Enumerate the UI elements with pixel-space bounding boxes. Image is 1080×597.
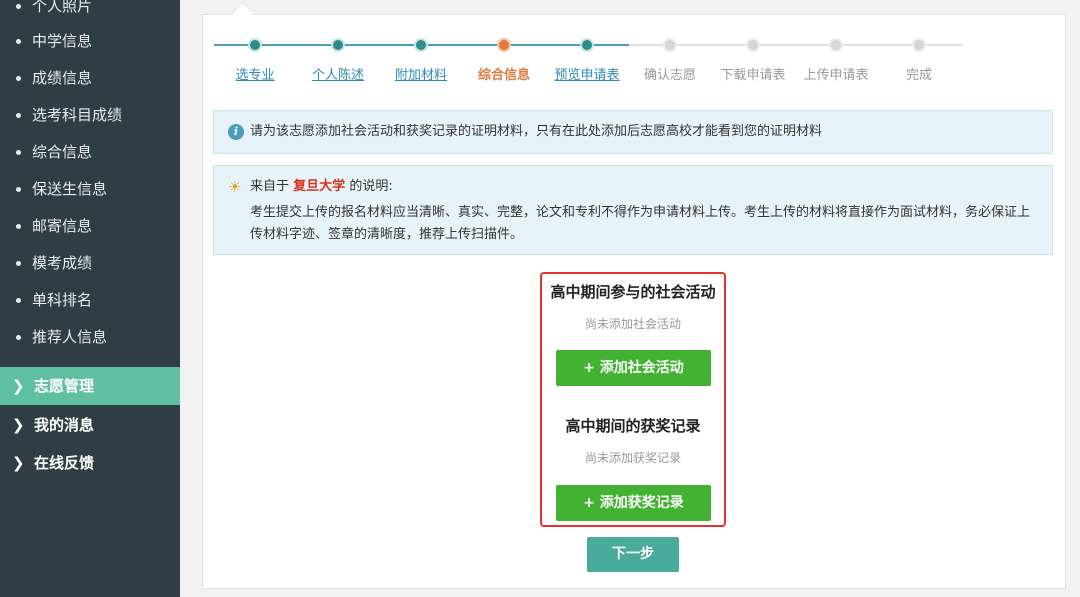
step-select-major[interactable]: 选专业 bbox=[235, 64, 274, 83]
sidebar-item-label: 选考科目成绩 bbox=[32, 106, 123, 124]
step-download-application: 下载申请表 bbox=[720, 68, 786, 83]
sidebar-item-mailing-info[interactable]: 邮寄信息 bbox=[0, 208, 180, 244]
sidebar-item-elective-scores[interactable]: 选考科目成绩 bbox=[0, 97, 180, 133]
sidebar-item-label: 保送生信息 bbox=[32, 180, 108, 198]
activities-empty-text: 尚未添加社会活动 bbox=[584, 317, 681, 331]
step-dot-pending bbox=[663, 38, 677, 52]
step-dot-pending bbox=[829, 38, 843, 52]
sidebar-item-label: 推荐人信息 bbox=[32, 328, 108, 346]
school-name: 复旦大学 bbox=[293, 179, 346, 194]
awards-title: 高中期间的获奖记录 bbox=[565, 417, 701, 435]
step-dot-current bbox=[497, 38, 511, 52]
description-prefix: 来自于 bbox=[250, 179, 290, 194]
description-header: 来自于 复旦大学 的说明: bbox=[250, 178, 393, 196]
description-suffix: 的说明: bbox=[349, 179, 393, 194]
step-comprehensive-info: 综合信息 bbox=[477, 68, 531, 83]
sidebar-item-my-messages[interactable]: ❯ 我的消息 bbox=[0, 406, 180, 444]
sidebar-item-label: 综合信息 bbox=[32, 143, 93, 161]
step-dot-pending bbox=[746, 38, 760, 52]
step-progress: 选专业 个人陈述 附加材料 综合信息 预览申请表 确认志愿 下载申请表 上传申请… bbox=[0, 0, 962, 90]
sidebar-item-online-feedback[interactable]: ❯ 在线反馈 bbox=[0, 444, 180, 482]
sidebar-item-label: 邮寄信息 bbox=[32, 217, 93, 235]
sidebar-item-label: 在线反馈 bbox=[34, 454, 95, 472]
chevron-right-icon: ❯ bbox=[12, 454, 25, 472]
add-award-button[interactable]: + 添加获奖记录 bbox=[556, 485, 711, 521]
sidebar-item-mock-scores[interactable]: 模考成绩 bbox=[0, 245, 180, 281]
sidebar-item-label: 我的消息 bbox=[34, 416, 95, 434]
step-dot bbox=[580, 38, 594, 52]
notice-box: i 请为该志愿添加社会活动和获奖记录的证明材料，只有在此处添加后志愿高校才能看到… bbox=[213, 110, 1053, 154]
sidebar-item-subject-ranking[interactable]: 单科排名 bbox=[0, 282, 180, 318]
notice-text: 请为该志愿添加社会活动和获奖记录的证明材料，只有在此处添加后志愿高校才能看到您的… bbox=[250, 124, 823, 139]
step-preview-application[interactable]: 预览申请表 bbox=[554, 64, 619, 83]
step-confirm-application: 确认志愿 bbox=[643, 68, 697, 83]
lightbulb-icon: ☀ bbox=[228, 178, 242, 196]
next-step-button[interactable]: 下一步 bbox=[587, 537, 679, 572]
add-activity-button[interactable]: + 添加社会活动 bbox=[556, 350, 711, 386]
description-box: ☀ 来自于 复旦大学 的说明: 考生提交上传的报名材料应当清晰、真实、完整，论文… bbox=[213, 165, 1053, 255]
info-icon: i bbox=[228, 124, 244, 140]
step-dot bbox=[414, 38, 428, 52]
step-complete: 完成 bbox=[905, 68, 933, 83]
step-dot-pending bbox=[912, 38, 926, 52]
sidebar-item-comprehensive-info[interactable]: 综合信息 bbox=[0, 134, 180, 170]
step-additional-materials[interactable]: 附加材料 bbox=[395, 64, 447, 83]
sidebar-item-recommender-info[interactable]: 推荐人信息 bbox=[0, 319, 180, 355]
sidebar-item-label: 模考成绩 bbox=[32, 254, 93, 272]
sidebar-item-label: 单科排名 bbox=[32, 291, 93, 309]
awards-empty-text: 尚未添加获奖记录 bbox=[584, 451, 681, 465]
step-upload-application: 上传申请表 bbox=[803, 68, 869, 83]
sidebar-item-label: 志愿管理 bbox=[34, 377, 95, 395]
chevron-right-icon: ❯ bbox=[12, 377, 25, 395]
step-dot bbox=[331, 38, 345, 52]
sidebar-item-recommended-student[interactable]: 保送生信息 bbox=[0, 171, 180, 207]
activities-title: 高中期间参与的社会活动 bbox=[550, 283, 716, 301]
sidebar-item-application-management[interactable]: ❯ 志愿管理 bbox=[0, 367, 180, 405]
step-dot bbox=[248, 38, 262, 52]
description-body: 考生提交上传的报名材料应当清晰、真实、完整，论文和专利不得作为申请材料上传。考生… bbox=[250, 205, 1031, 242]
step-personal-statement[interactable]: 个人陈述 bbox=[312, 64, 364, 83]
chevron-right-icon: ❯ bbox=[12, 416, 25, 434]
